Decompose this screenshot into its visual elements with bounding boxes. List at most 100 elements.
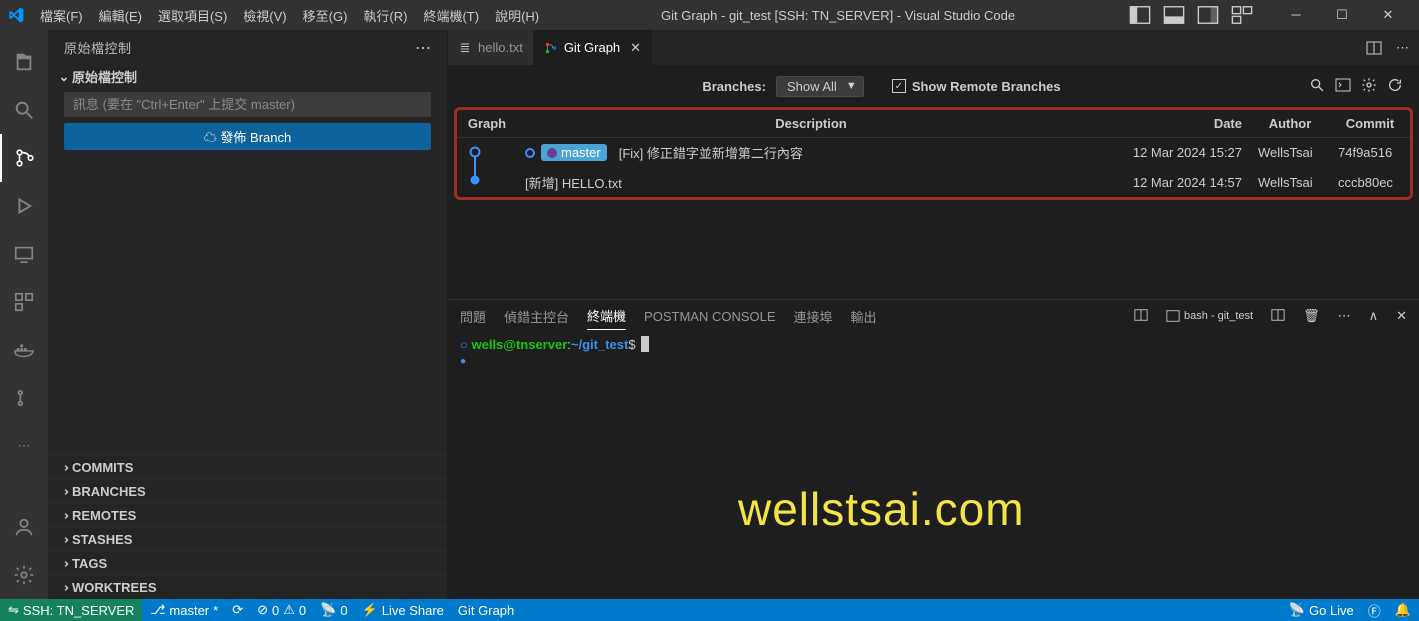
- split-editor-icon[interactable]: [1366, 40, 1382, 56]
- status-notifications[interactable]: 🔔: [1395, 602, 1411, 618]
- activity-debug[interactable]: [0, 182, 48, 230]
- watermark-text: wellstsai.com: [738, 482, 1025, 536]
- menu-help[interactable]: 說明(H): [487, 6, 547, 25]
- activity-more[interactable]: ⋯: [0, 422, 48, 470]
- scm-provider-section[interactable]: ⌄ 原始檔控制: [48, 65, 447, 88]
- show-remote-checkbox[interactable]: ✓ Show Remote Branches: [892, 79, 1061, 94]
- status-prettier[interactable]: Ⓕ: [1368, 601, 1381, 620]
- section-branches[interactable]: ⌄BRANCHES: [48, 479, 447, 503]
- terminal-new-split-icon[interactable]: [1271, 308, 1285, 325]
- status-branch-label: master: [169, 603, 209, 618]
- head-ring-icon: [525, 148, 535, 158]
- section-tags[interactable]: ⌄TAGS: [48, 551, 447, 575]
- menu-file[interactable]: 檔案(F): [32, 6, 91, 25]
- chevron-down-icon: ⌄: [56, 69, 72, 85]
- prompt-dot-icon: ●: [460, 356, 466, 367]
- branches-label: Branches:: [702, 79, 766, 94]
- branch-badge[interactable]: master: [541, 144, 607, 161]
- terminal-body[interactable]: ○ wells@tnserver:~/git_test$ ● wellstsai…: [448, 332, 1419, 599]
- main-menu: 檔案(F) 編輯(E) 選取項目(S) 檢視(V) 移至(G) 執行(R) 終端…: [32, 6, 547, 25]
- status-problems[interactable]: ⊘0 ⚠0: [257, 602, 306, 618]
- prettier-icon: Ⓕ: [1368, 601, 1381, 620]
- status-liveshare[interactable]: ⚡ Live Share: [362, 602, 444, 618]
- menu-terminal[interactable]: 終端機(T): [415, 6, 487, 25]
- liveshare-icon: ⚡: [362, 602, 378, 618]
- gg-search-icon[interactable]: [1309, 77, 1325, 96]
- broadcast-icon: 📡: [1289, 602, 1305, 618]
- sidebar-header: 原始檔控制 ⋯: [48, 30, 447, 65]
- layout-primary-icon[interactable]: [1129, 4, 1151, 26]
- section-commits[interactable]: ⌄COMMITS: [48, 455, 447, 479]
- close-icon[interactable]: ✕: [630, 40, 641, 56]
- menu-go[interactable]: 移至(G): [295, 6, 356, 25]
- window-maximize[interactable]: ☐: [1319, 7, 1365, 23]
- panel-maximize-icon[interactable]: ∧: [1369, 308, 1379, 324]
- tab-gitgraph[interactable]: Git Graph ✕: [534, 30, 652, 65]
- publish-branch-button[interactable]: ☁ 發佈 Branch: [64, 123, 431, 150]
- commit-desc-cell: [新增] HELLO.txt: [517, 168, 1105, 197]
- tab-hello[interactable]: ≣ hello.txt: [448, 30, 534, 65]
- menu-edit[interactable]: 編輯(E): [91, 6, 150, 25]
- menu-view[interactable]: 檢視(V): [235, 6, 294, 25]
- panel-tab-postman[interactable]: POSTMAN CONSOLE: [644, 305, 775, 328]
- window-minimize[interactable]: ─: [1273, 7, 1319, 23]
- status-branch[interactable]: ⎇ master*: [150, 602, 218, 618]
- layout-bottom-icon[interactable]: [1163, 4, 1185, 26]
- activity-scm[interactable]: [0, 134, 48, 182]
- sidebar-more-icon[interactable]: ⋯: [415, 38, 431, 58]
- gitgraph-table: Graph Description Date Author Commit: [457, 110, 1410, 197]
- window-controls: ─ ☐ ✕: [1273, 7, 1411, 23]
- commit-author: WellsTsai: [1250, 168, 1330, 197]
- activity-docker[interactable]: [0, 326, 48, 374]
- panel-more-icon[interactable]: ⋯: [1338, 308, 1351, 324]
- activity-gitlens[interactable]: [0, 374, 48, 422]
- terminal-split-icon[interactable]: [1134, 308, 1148, 325]
- layout-customize-icon[interactable]: [1231, 4, 1253, 26]
- terminal-cursor: [641, 336, 649, 352]
- terminal-shell-label[interactable]: bash - git_test: [1166, 309, 1253, 323]
- commit-row[interactable]: master [Fix] 修正錯字並新增第二行內容 12 Mar 2024 15…: [457, 138, 1410, 168]
- status-golive[interactable]: 📡 Go Live: [1289, 602, 1354, 618]
- section-worktrees[interactable]: ⌄WORKTREES: [48, 575, 447, 599]
- gitlens-sections: ⌄COMMITS ⌄BRANCHES ⌄REMOTES ⌄STASHES ⌄TA…: [48, 455, 447, 599]
- activity-extensions[interactable]: [0, 278, 48, 326]
- commit-message-input[interactable]: [64, 92, 431, 117]
- terminal-kill-icon[interactable]: 🗑: [1303, 308, 1320, 324]
- commit-row[interactable]: [新增] HELLO.txt 12 Mar 2024 14:57 WellsTs…: [457, 168, 1410, 197]
- activity-settings[interactable]: [0, 551, 48, 599]
- section-stashes[interactable]: ⌄STASHES: [48, 527, 447, 551]
- gg-settings-icon[interactable]: [1361, 77, 1377, 96]
- status-ports[interactable]: 📡0: [320, 602, 347, 618]
- commit-desc-cell: master [Fix] 修正錯字並新增第二行內容: [517, 138, 1105, 168]
- activity-search[interactable]: [0, 86, 48, 134]
- panel-tab-problems[interactable]: 問題: [460, 303, 486, 330]
- layout-secondary-icon[interactable]: [1197, 4, 1219, 26]
- prompt-decoration-icon: ○: [460, 337, 468, 352]
- panel-tab-debug[interactable]: 偵錯主控台: [504, 303, 569, 330]
- activity-remote-explorer[interactable]: [0, 230, 48, 278]
- branch-icon: ⎇: [150, 602, 165, 618]
- branches-select[interactable]: Show All ▼: [776, 76, 864, 97]
- menu-selection[interactable]: 選取項目(S): [150, 6, 235, 25]
- status-remote[interactable]: ⇋ SSH: TN_SERVER: [0, 599, 142, 621]
- activity-explorer[interactable]: [0, 38, 48, 86]
- graph-cell: [457, 138, 517, 198]
- cloud-upload-icon: ☁: [204, 130, 217, 145]
- scm-provider-label: 原始檔控制: [72, 67, 137, 86]
- vscode-logo-icon: [8, 7, 24, 23]
- status-sync[interactable]: ⟳: [232, 602, 243, 618]
- panel-tab-ports[interactable]: 連接埠: [794, 303, 833, 330]
- gg-terminal-icon[interactable]: [1335, 77, 1351, 96]
- panel-tab-terminal[interactable]: 終端機: [587, 302, 626, 330]
- activity-account[interactable]: [0, 503, 48, 551]
- menu-run[interactable]: 執行(R): [355, 6, 415, 25]
- gg-refresh-icon[interactable]: [1387, 77, 1403, 96]
- status-gitgraph[interactable]: Git Graph: [458, 603, 514, 618]
- commit-date: 12 Mar 2024 14:57: [1105, 168, 1250, 197]
- panel-tab-output[interactable]: 輸出: [851, 303, 877, 330]
- panel-close-icon[interactable]: ✕: [1396, 308, 1407, 324]
- window-close[interactable]: ✕: [1365, 7, 1411, 23]
- panel-tabs: 問題 偵錯主控台 終端機 POSTMAN CONSOLE 連接埠 輸出 bash…: [448, 300, 1419, 332]
- editor-more-icon[interactable]: ⋯: [1396, 40, 1409, 56]
- section-remotes[interactable]: ⌄REMOTES: [48, 503, 447, 527]
